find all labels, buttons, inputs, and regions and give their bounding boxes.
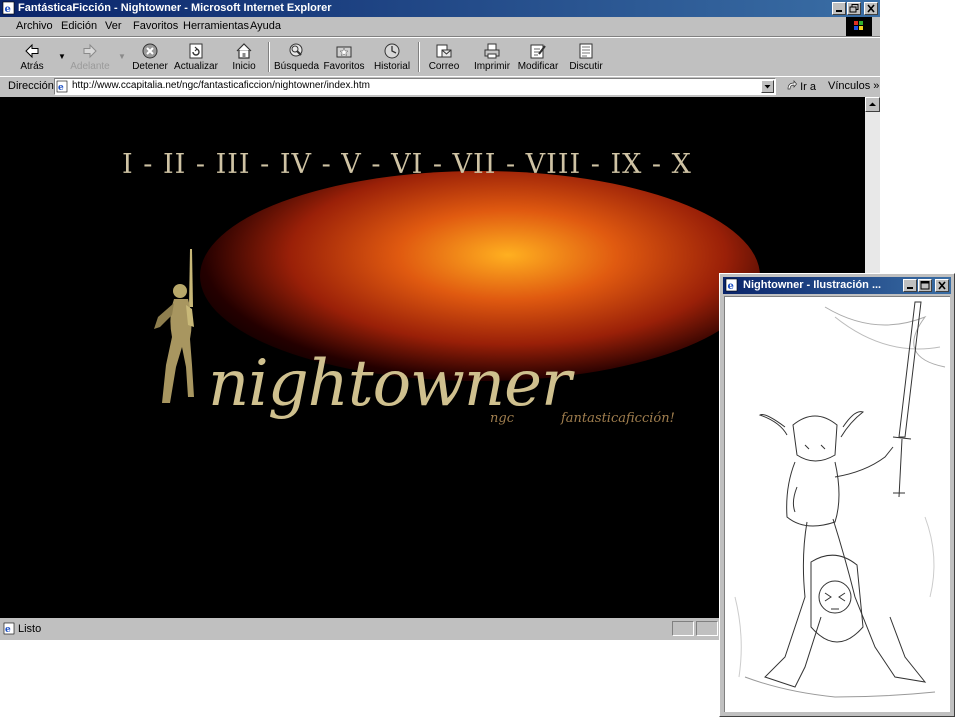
toolbar-separator xyxy=(418,42,420,72)
home-button[interactable]: Inicio xyxy=(222,40,266,74)
address-input[interactable]: e http://www.ccapitalia.net/ngc/fantasti… xyxy=(54,78,776,95)
discuss-button[interactable]: Discutir xyxy=(564,40,608,74)
popup-close-button[interactable] xyxy=(935,279,949,292)
stop-icon xyxy=(142,43,158,59)
illustration-view xyxy=(724,296,950,712)
mail-button[interactable]: Correo xyxy=(422,40,466,74)
favorites-icon xyxy=(336,46,352,58)
edit-button[interactable]: Modificar xyxy=(516,40,560,74)
svg-text:e: e xyxy=(728,281,734,292)
menu-archivo[interactable]: Archivo xyxy=(16,20,53,32)
window-title: FantásticaFicción - Nightowner - Microso… xyxy=(18,2,332,14)
ngc-link[interactable]: ngc xyxy=(490,411,514,426)
close-icon xyxy=(867,4,875,13)
ie-page-icon: e xyxy=(56,80,68,93)
status-pane xyxy=(696,621,718,636)
links-label: Vínculos xyxy=(828,80,871,92)
status-text: Listo xyxy=(18,623,42,635)
favorites-label: Favoritos xyxy=(323,61,365,72)
back-arrow-icon xyxy=(25,43,39,59)
mail-label: Correo xyxy=(428,61,460,72)
windows-logo-icon xyxy=(854,21,863,30)
home-label: Inicio xyxy=(232,61,256,72)
refresh-label: Actualizar xyxy=(174,61,218,72)
windows-logo xyxy=(846,17,872,36)
fantasticaficcion-link[interactable]: fantasticaficción! xyxy=(561,411,675,426)
chevron-up-icon xyxy=(869,102,876,106)
go-button[interactable]: Ir a xyxy=(786,80,816,93)
popup-title-bar: e Nightowner - Ilustración ... xyxy=(723,277,951,294)
ie-page-icon: e xyxy=(3,622,15,635)
search-icon xyxy=(289,43,303,57)
forward-dropdown-arrow[interactable]: ▼ xyxy=(118,52,126,61)
toolbar-separator xyxy=(268,42,270,72)
discuss-icon xyxy=(579,43,593,59)
address-bar: Dirección e http://www.ccapitalia.net/ng… xyxy=(0,76,880,97)
svg-text:e: e xyxy=(5,4,11,15)
menu-ver[interactable]: Ver xyxy=(105,20,122,32)
menu-edicion[interactable]: Edición xyxy=(61,20,97,32)
minimize-icon xyxy=(836,10,842,12)
ie-page-icon: e xyxy=(725,278,738,292)
menu-herramientas[interactable]: Herramientas xyxy=(183,20,249,32)
stop-label: Detener xyxy=(132,61,168,72)
popup-title: Nightowner - Ilustración ... xyxy=(743,279,882,291)
chevron-down-icon xyxy=(764,85,771,89)
menu-favoritos[interactable]: Favoritos xyxy=(133,20,178,32)
maximize-icon xyxy=(920,281,930,290)
warrior-figure-image xyxy=(154,249,194,403)
menu-bar: Archivo Edición Ver Favoritos Herramient… xyxy=(0,17,880,37)
chapter-numerals-nav[interactable]: I - II - III - IV - V - VI - VII - VIII … xyxy=(122,149,692,180)
print-label: Imprimir xyxy=(473,61,511,72)
title-bar: e FantásticaFicción - Nightowner - Micro… xyxy=(0,0,880,17)
minimize-icon xyxy=(907,287,913,289)
popup-minimize-button[interactable] xyxy=(903,279,917,292)
history-label: Historial xyxy=(373,61,411,72)
stop-button[interactable]: Detener xyxy=(128,40,172,74)
links-button[interactable]: Vínculos » xyxy=(828,80,879,92)
address-label: Dirección xyxy=(8,80,54,92)
favorites-button[interactable]: Favoritos xyxy=(322,40,366,74)
print-button[interactable]: Imprimir xyxy=(470,40,514,74)
back-label: Atrás xyxy=(20,61,44,72)
edit-label: Modificar xyxy=(517,61,559,72)
history-button[interactable]: Historial xyxy=(370,40,414,74)
scroll-up-button[interactable] xyxy=(865,97,880,112)
forward-arrow-icon xyxy=(83,43,97,59)
refresh-icon xyxy=(189,43,203,59)
go-arrow-icon xyxy=(787,80,797,90)
refresh-button[interactable]: Actualizar xyxy=(174,40,218,74)
print-icon xyxy=(484,43,500,59)
search-label: Búsqueda xyxy=(274,61,320,72)
menu-ayuda[interactable]: Ayuda xyxy=(250,20,281,32)
svg-text:e: e xyxy=(58,83,64,93)
address-url: http://www.ccapitalia.net/ngc/fantastica… xyxy=(72,80,370,91)
search-button[interactable]: Búsqueda xyxy=(274,40,320,74)
standard-toolbar: Atrás ▼ Adelante ▼ Detener Actualizar In… xyxy=(0,37,880,77)
restore-button[interactable] xyxy=(847,2,861,15)
nightowner-logo: nightowner xyxy=(208,347,572,421)
popup-maximize-button[interactable] xyxy=(918,279,932,292)
go-label: Ir a xyxy=(800,81,816,93)
edit-icon xyxy=(530,44,546,59)
history-icon xyxy=(384,43,400,59)
status-pane xyxy=(672,621,694,636)
back-button[interactable]: Atrás xyxy=(10,40,54,74)
address-dropdown-button[interactable] xyxy=(761,80,774,93)
ie-page-icon: e xyxy=(2,1,15,15)
back-dropdown-arrow[interactable]: ▼ xyxy=(58,52,66,61)
close-button[interactable] xyxy=(864,2,878,15)
svg-text:e: e xyxy=(5,625,11,635)
minimize-button[interactable] xyxy=(832,2,846,15)
forward-button[interactable]: Adelante xyxy=(68,40,112,74)
illustration-popup-window: e Nightowner - Ilustración ... xyxy=(719,273,955,717)
home-icon xyxy=(236,43,252,59)
close-icon xyxy=(938,281,946,290)
forward-label: Adelante xyxy=(70,61,110,72)
discuss-label: Discutir xyxy=(569,61,603,72)
warrior-sketch-illustration xyxy=(734,301,946,698)
mail-icon xyxy=(436,44,452,58)
restore-icon xyxy=(849,4,859,13)
